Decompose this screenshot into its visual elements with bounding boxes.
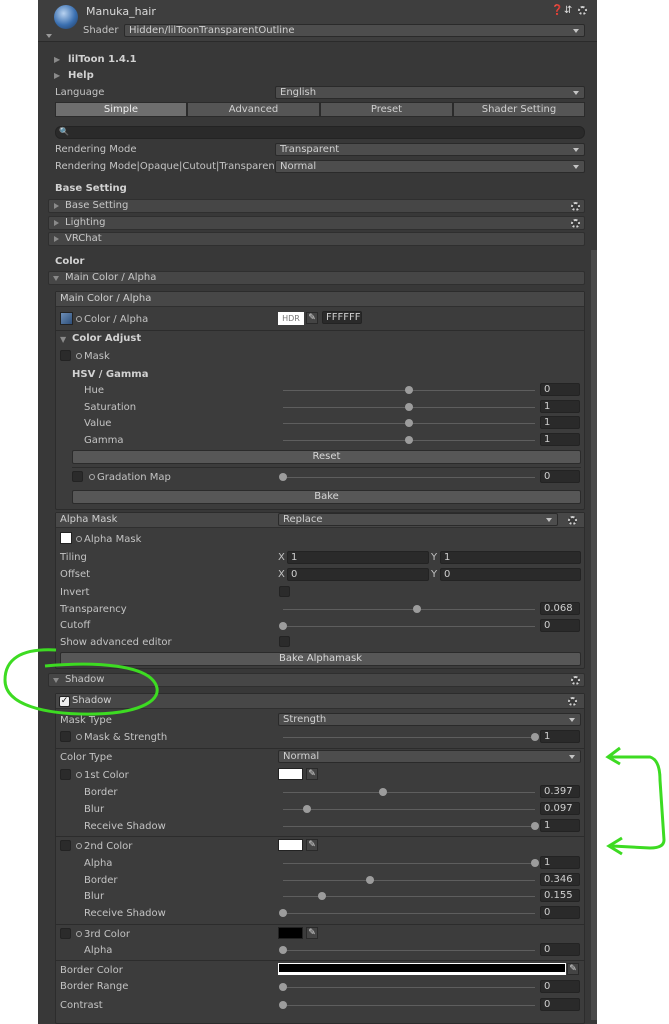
annotation-bracket (610, 755, 666, 850)
annotation-circle (3, 648, 159, 716)
annotation-overlay (3, 648, 666, 856)
